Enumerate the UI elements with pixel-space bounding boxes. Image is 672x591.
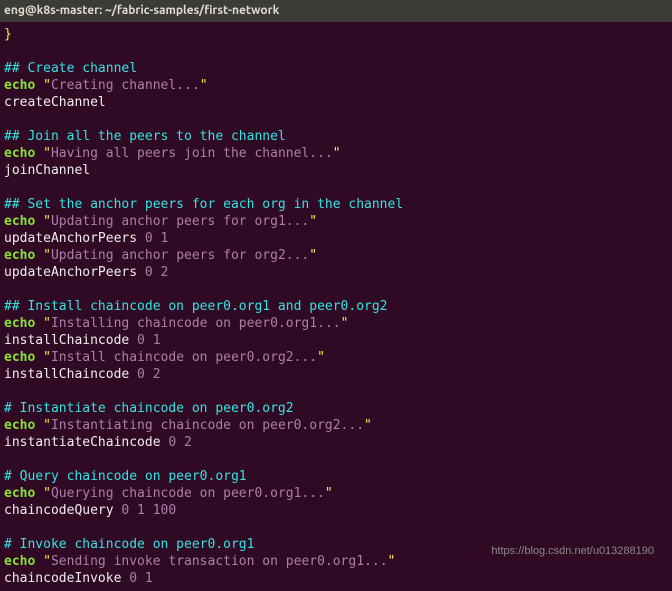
string-query: Querying chaincode on peer0.org1... <box>51 486 325 501</box>
code-brace: } <box>4 27 12 42</box>
args: 0 1 100 <box>114 503 177 518</box>
comment-query: # Query chaincode on peer0.org1 <box>4 469 247 484</box>
quote: " <box>35 350 51 365</box>
cmd-join-channel: joinChannel <box>4 163 90 178</box>
comment-anchor-peers: ## Set the anchor peers for each org in … <box>4 197 403 212</box>
quote: " <box>309 248 317 263</box>
echo-keyword: echo <box>4 486 35 501</box>
string-invoke: Sending invoke transaction on peer0.org1… <box>51 554 388 569</box>
quote: " <box>325 486 333 501</box>
quote: " <box>35 418 51 433</box>
string-anchor-org2: Updating anchor peers for org2... <box>51 248 309 263</box>
echo-keyword: echo <box>4 146 35 161</box>
quote: " <box>200 78 208 93</box>
quote: " <box>309 214 317 229</box>
quote: " <box>364 418 372 433</box>
watermark: https://blog.csdn.net/u013288190 <box>491 545 654 557</box>
quote: " <box>317 350 325 365</box>
echo-keyword: echo <box>4 418 35 433</box>
comment-join-peers: ## Join all the peers to the channel <box>4 129 286 144</box>
quote: " <box>333 146 341 161</box>
quote: " <box>35 78 51 93</box>
echo-keyword: echo <box>4 248 35 263</box>
cmd-install-chaincode-2: installChaincode <box>4 367 129 382</box>
comment-invoke: # Invoke chaincode on peer0.org1 <box>4 537 254 552</box>
args: 0 1 <box>121 571 152 586</box>
string-anchor-org1: Updating anchor peers for org1... <box>51 214 309 229</box>
echo-keyword: echo <box>4 214 35 229</box>
quote: " <box>35 146 51 161</box>
quote: " <box>35 554 51 569</box>
quote: " <box>35 214 51 229</box>
cmd-chaincode-invoke: chaincodeInvoke <box>4 571 121 586</box>
quote: " <box>35 486 51 501</box>
echo-keyword: echo <box>4 316 35 331</box>
terminal-titlebar: eng@k8s-master: ~/fabric-samples/first-n… <box>0 0 672 22</box>
cmd-update-anchor-2: updateAnchorPeers <box>4 265 137 280</box>
quote: " <box>35 248 51 263</box>
args: 0 2 <box>161 435 192 450</box>
terminal-content: } ## Create channel echo "Creating chann… <box>0 22 672 591</box>
comment-install-chaincode: ## Install chaincode on peer0.org1 and p… <box>4 299 388 314</box>
args: 0 1 <box>137 231 168 246</box>
string-install-org2: Install chaincode on peer0.org2... <box>51 350 317 365</box>
args: 0 2 <box>137 265 168 280</box>
echo-keyword: echo <box>4 554 35 569</box>
cmd-instantiate: instantiateChaincode <box>4 435 161 450</box>
echo-keyword: echo <box>4 350 35 365</box>
string-creating-channel: Creating channel... <box>51 78 200 93</box>
args: 0 2 <box>129 367 160 382</box>
quote: " <box>35 316 51 331</box>
cmd-chaincode-query: chaincodeQuery <box>4 503 114 518</box>
string-install-org1: Installing chaincode on peer0.org1... <box>51 316 341 331</box>
cmd-update-anchor-1: updateAnchorPeers <box>4 231 137 246</box>
quote: " <box>341 316 349 331</box>
string-instantiate: Instantiating chaincode on peer0.org2... <box>51 418 364 433</box>
echo-keyword: echo <box>4 78 35 93</box>
args: 0 1 <box>129 333 160 348</box>
comment-create-channel: ## Create channel <box>4 61 137 76</box>
string-join-channel: Having all peers join the channel... <box>51 146 333 161</box>
comment-instantiate: # Instantiate chaincode on peer0.org2 <box>4 401 294 416</box>
cmd-install-chaincode-1: installChaincode <box>4 333 129 348</box>
quote: " <box>388 554 396 569</box>
cmd-create-channel: createChannel <box>4 95 106 110</box>
